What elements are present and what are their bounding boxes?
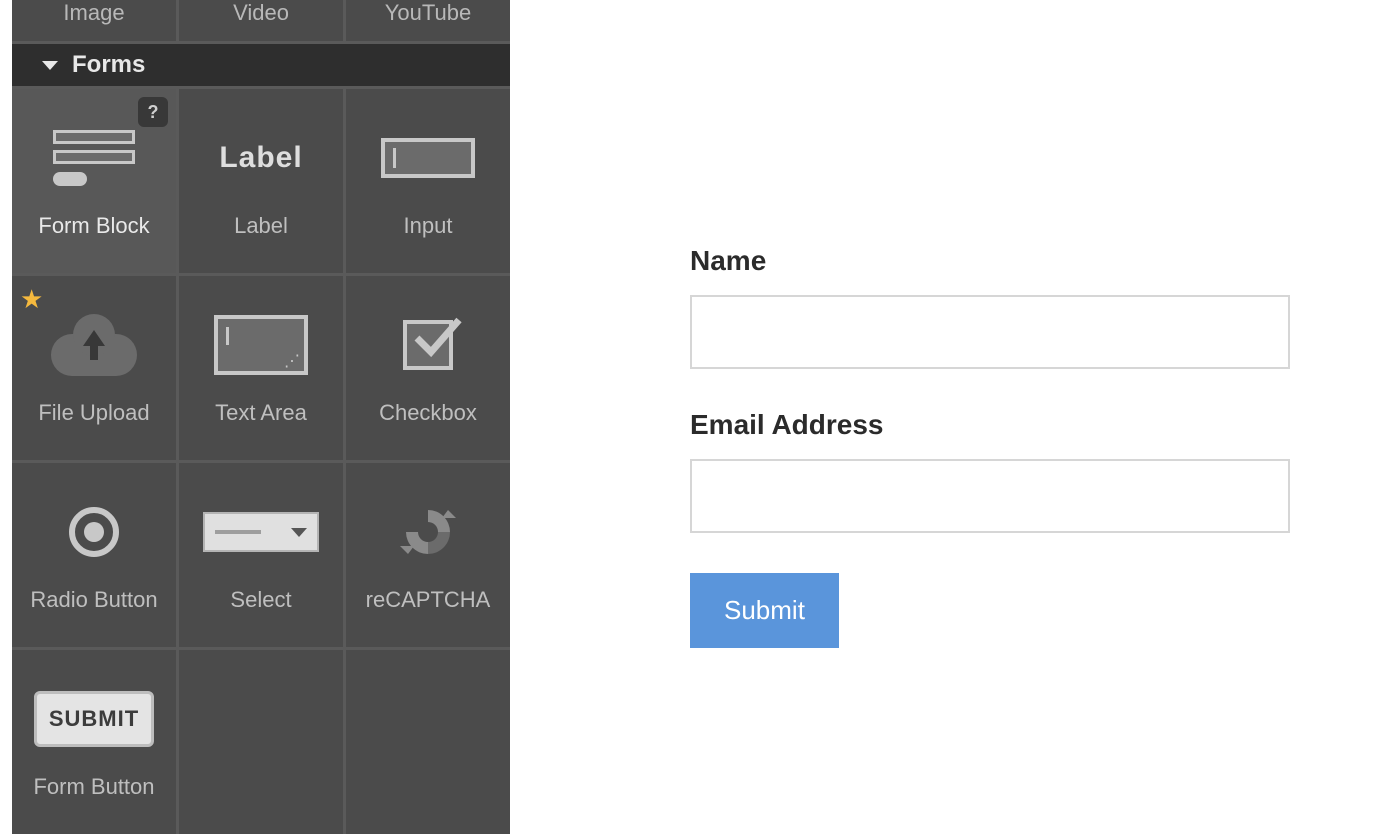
- tile-label: File Upload: [38, 400, 149, 426]
- label-icon: Label: [219, 123, 302, 193]
- field-label: Email Address: [690, 409, 1290, 441]
- media-label: Video: [233, 0, 289, 26]
- name-input[interactable]: [690, 295, 1290, 369]
- star-icon: ★: [20, 284, 43, 315]
- checkbox-icon: [403, 310, 453, 380]
- design-canvas[interactable]: Name Email Address Submit: [510, 0, 1380, 834]
- tile-label: Text Area: [215, 400, 307, 426]
- tile-select[interactable]: Select: [179, 463, 343, 647]
- submit-button[interactable]: Submit: [690, 573, 839, 648]
- tile-empty: [346, 650, 510, 834]
- forms-grid: ? Form Block Label Label Input ★ File Up: [12, 86, 510, 834]
- tile-label: Radio Button: [30, 587, 157, 613]
- tile-form-block[interactable]: ? Form Block: [12, 89, 176, 273]
- media-row: Image Video YouTube: [12, 0, 510, 41]
- input-icon: [381, 123, 475, 193]
- media-label: Image: [63, 0, 124, 26]
- help-icon[interactable]: ?: [138, 97, 168, 127]
- tile-label: reCAPTCHA: [366, 587, 491, 613]
- section-title: Forms: [72, 51, 145, 79]
- submit-button-icon: SUBMIT: [34, 684, 154, 754]
- recaptcha-icon: [400, 497, 456, 567]
- tile-label: Input: [404, 213, 453, 239]
- form-field-email: Email Address: [690, 409, 1290, 533]
- email-input[interactable]: [690, 459, 1290, 533]
- tile-input[interactable]: Input: [346, 89, 510, 273]
- chevron-down-icon: [42, 61, 58, 70]
- tile-file-upload[interactable]: ★ File Upload: [12, 276, 176, 460]
- media-label: YouTube: [385, 0, 471, 26]
- tile-recaptcha[interactable]: reCAPTCHA: [346, 463, 510, 647]
- radio-icon: [69, 497, 119, 567]
- form-block-preview[interactable]: Name Email Address Submit: [690, 245, 1290, 648]
- tile-form-button[interactable]: SUBMIT Form Button: [12, 650, 176, 834]
- media-tile-image[interactable]: Image: [12, 0, 176, 41]
- tile-label: Checkbox: [379, 400, 477, 426]
- media-tile-youtube[interactable]: YouTube: [346, 0, 510, 41]
- select-icon: [203, 497, 319, 567]
- tile-label[interactable]: Label Label: [179, 89, 343, 273]
- tile-label: Label: [234, 213, 288, 239]
- tile-empty: [179, 650, 343, 834]
- tile-label: Form Block: [38, 213, 149, 239]
- form-block-icon: [53, 123, 135, 193]
- section-header-forms[interactable]: Forms: [12, 41, 510, 86]
- tile-label: Select: [230, 587, 291, 613]
- tile-checkbox[interactable]: Checkbox: [346, 276, 510, 460]
- tile-text-area[interactable]: ⋰ Text Area: [179, 276, 343, 460]
- elements-panel: Image Video YouTube Forms ? Form Block L…: [0, 0, 510, 834]
- form-field-name: Name: [690, 245, 1290, 369]
- field-label: Name: [690, 245, 1290, 277]
- tile-radio-button[interactable]: Radio Button: [12, 463, 176, 647]
- upload-icon: [51, 310, 137, 380]
- tile-label: Form Button: [33, 774, 154, 800]
- media-tile-video[interactable]: Video: [179, 0, 343, 41]
- textarea-icon: ⋰: [214, 310, 308, 380]
